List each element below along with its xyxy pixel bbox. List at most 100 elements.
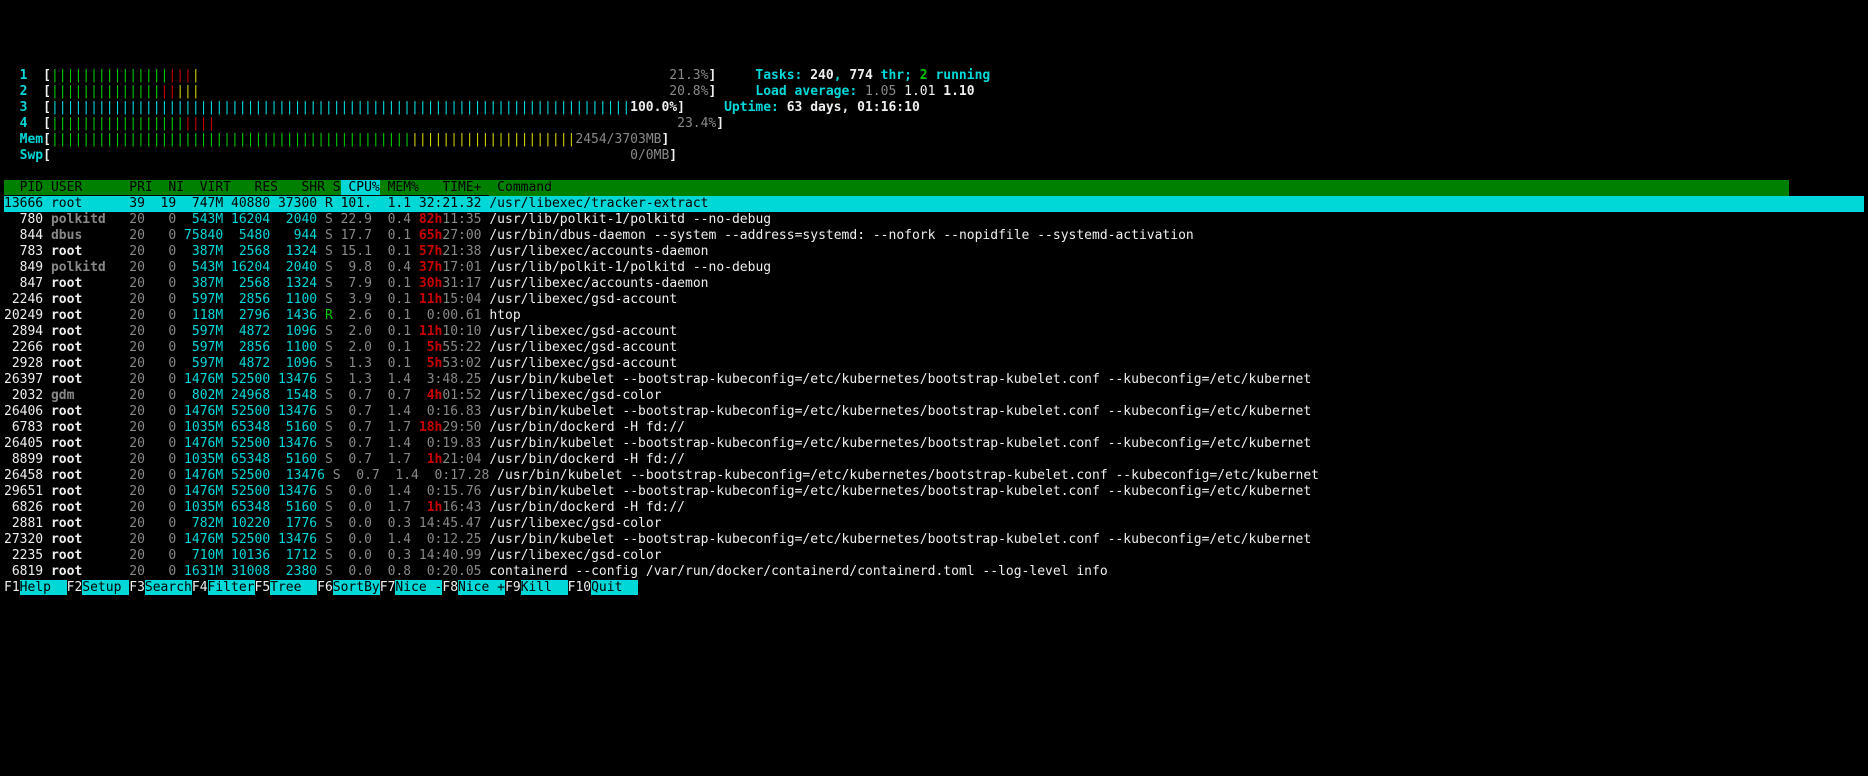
fkey-F9[interactable]: F9 <box>505 580 521 595</box>
swp-meter: Swp[ 0/0MB] <box>4 148 1864 164</box>
fkey-F1[interactable]: F1 <box>4 580 20 595</box>
hdr-ni[interactable]: NI <box>153 180 184 195</box>
mem: 0.1 <box>380 356 411 371</box>
fkey-F4[interactable]: F4 <box>192 580 208 595</box>
hdr-pri[interactable]: PRI <box>121 180 152 195</box>
time-t: 14:45.47 <box>419 516 482 531</box>
process-row[interactable]: 20249 root 20 0 118M 2796 1436 R 2.6 0.1… <box>4 308 1864 324</box>
hdr-time[interactable]: TIME+ <box>419 180 489 195</box>
fkey-label-F7[interactable]: Nice - <box>395 580 442 595</box>
process-row[interactable]: 6783 root 20 0 1035M 65348 5160 S 0.7 1.… <box>4 420 1864 436</box>
time-t: 0:17.28 <box>427 468 490 483</box>
cpu: 2.0 <box>341 324 372 339</box>
cpu1-pct-pad <box>200 68 670 83</box>
process-row[interactable]: 847 root 20 0 387M 2568 1324 S 7.9 0.1 3… <box>4 276 1864 292</box>
time-t: 15:04 <box>442 292 481 307</box>
br: ] <box>708 84 716 99</box>
time: 3:48.25 <box>419 372 482 387</box>
process-row[interactable]: 2032 gdm 20 0 802M 24968 1548 S 0.7 0.7 … <box>4 388 1864 404</box>
process-row[interactable]: 2881 root 20 0 782M 10220 1776 S 0.0 0.3… <box>4 516 1864 532</box>
hdr-cpu[interactable]: CPU% <box>341 180 380 195</box>
b: ||| <box>176 84 199 99</box>
process-row[interactable]: 13666 root 39 19 747M 40880 37300 R 101.… <box>4 196 1864 212</box>
fkey-label-F3[interactable]: Search <box>145 580 192 595</box>
hdr-command[interactable]: Command <box>489 180 1789 196</box>
fkey-label-F1[interactable]: Help <box>20 580 67 595</box>
fkey-F2[interactable]: F2 <box>67 580 83 595</box>
cpu: 17.7 <box>341 228 372 243</box>
process-row[interactable]: 2235 root 20 0 710M 10136 1712 S 0.0 0.3… <box>4 548 1864 564</box>
mem: 0.4 <box>380 212 411 227</box>
fkey-label-F9[interactable]: Kill <box>521 580 568 595</box>
process-row[interactable]: 26458 root 20 0 1476M 52500 13476 S 0.7 … <box>4 468 1864 484</box>
shr: 1100 <box>278 292 317 307</box>
fkey-F7[interactable]: F7 <box>380 580 396 595</box>
fkey-label-F4[interactable]: Filter <box>208 580 255 595</box>
process-row[interactable]: 2928 root 20 0 597M 4872 1096 S 1.3 0.1 … <box>4 356 1864 372</box>
time: 0:15.76 <box>419 484 482 499</box>
process-row[interactable]: 849 polkitd 20 0 543M 16204 2040 S 9.8 0… <box>4 260 1864 276</box>
command: /usr/bin/kubelet --bootstrap-kubeconfig=… <box>489 404 1311 419</box>
fkey-label-F2[interactable]: Setup <box>82 580 129 595</box>
process-row[interactable]: 6826 root 20 0 1035M 65348 5160 S 0.0 1.… <box>4 500 1864 516</box>
process-row[interactable]: 2266 root 20 0 597M 2856 1100 S 2.0 0.1 … <box>4 340 1864 356</box>
process-row[interactable]: 844 dbus 20 0 75840 5480 944 S 17.7 0.1 … <box>4 228 1864 244</box>
process-row[interactable]: 26397 root 20 0 1476M 52500 13476 S 1.3 … <box>4 372 1864 388</box>
res: 31008 <box>231 564 270 579</box>
process-row[interactable]: 6819 root 20 0 1631M 31008 2380 S 0.0 0.… <box>4 564 1864 580</box>
user: root <box>51 372 114 387</box>
fkey-label-F8[interactable]: Nice + <box>458 580 505 595</box>
fkey-F3[interactable]: F3 <box>129 580 145 595</box>
fkey-label-F10[interactable]: Quit <box>591 580 638 595</box>
br: [ <box>43 132 51 147</box>
time-h: 65h <box>419 228 442 243</box>
hdr-res[interactable]: RES <box>231 180 278 195</box>
hdr-s[interactable]: S <box>325 180 341 195</box>
process-row[interactable]: 2894 root 20 0 597M 4872 1096 S 2.0 0.1 … <box>4 324 1864 340</box>
br: [ <box>43 148 51 163</box>
virt: 782M <box>184 516 223 531</box>
pid: 26458 <box>4 468 43 483</box>
state: S <box>325 372 333 387</box>
process-row[interactable]: 2246 root 20 0 597M 2856 1100 S 3.9 0.1 … <box>4 292 1864 308</box>
cpu2-pct: 20.8% <box>669 84 708 99</box>
process-row[interactable]: 27320 root 20 0 1476M 52500 13476 S 0.0 … <box>4 532 1864 548</box>
hdr-shr[interactable]: SHR <box>278 180 325 195</box>
shr: 1324 <box>278 244 317 259</box>
res: 52500 <box>231 372 270 387</box>
time-t: 10:10 <box>442 324 481 339</box>
process-row[interactable]: 26405 root 20 0 1476M 52500 13476 S 0.7 … <box>4 436 1864 452</box>
process-row[interactable]: 29651 root 20 0 1476M 52500 13476 S 0.0 … <box>4 484 1864 500</box>
hdr-mem[interactable]: MEM% <box>380 180 419 195</box>
virt: 1631M <box>184 564 223 579</box>
fkey-F8[interactable]: F8 <box>442 580 458 595</box>
fkey-label-F6[interactable]: SortBy <box>333 580 380 595</box>
process-row[interactable]: 8899 root 20 0 1035M 65348 5160 S 0.7 1.… <box>4 452 1864 468</box>
process-row[interactable]: 26406 root 20 0 1476M 52500 13476 S 0.7 … <box>4 404 1864 420</box>
command: /usr/libexec/tracker-extract <box>489 196 708 211</box>
pri: 20 <box>121 468 144 483</box>
table-header[interactable]: PID USER PRI NI VIRT RES SHR S CPU% MEM%… <box>4 180 1864 196</box>
pid: 8899 <box>4 452 43 467</box>
fkey-F6[interactable]: F6 <box>317 580 333 595</box>
time-t: 3:48.25 <box>419 372 482 387</box>
time-t: 14:40.99 <box>419 548 482 563</box>
process-row[interactable]: 780 polkitd 20 0 543M 16204 2040 S 22.9 … <box>4 212 1864 228</box>
cpu: 0.7 <box>341 388 372 403</box>
fkey-label-F5[interactable]: Tree <box>270 580 317 595</box>
mem: 1.4 <box>380 532 411 547</box>
shr: 13476 <box>278 372 317 387</box>
fkey-F5[interactable]: F5 <box>255 580 271 595</box>
pid: 2235 <box>4 548 43 563</box>
b: |||||||||||||| <box>51 84 161 99</box>
fkey-F10[interactable]: F10 <box>568 580 591 595</box>
process-row[interactable]: 783 root 20 0 387M 2568 1324 S 15.1 0.1 … <box>4 244 1864 260</box>
ni: 0 <box>153 532 176 547</box>
hdr-user[interactable]: USER <box>43 180 121 195</box>
hdr-virt[interactable]: VIRT <box>184 180 231 195</box>
cpu2-meter: 2 [||||||||||||||||||| 20.8%] Load avera… <box>4 84 1864 100</box>
pri: 20 <box>121 484 144 499</box>
hdr-pid[interactable]: PID <box>4 180 43 195</box>
time-t: 32:21.32 <box>419 196 482 211</box>
cpu3-lbl: 3 <box>20 100 28 115</box>
